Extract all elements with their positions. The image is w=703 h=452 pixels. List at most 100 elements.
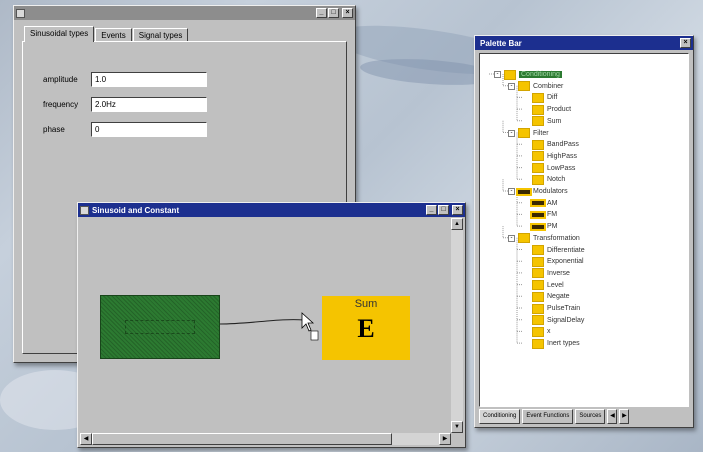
modulator-icon <box>532 201 544 206</box>
tree-item[interactable]: AM <box>522 198 558 209</box>
frequency-label: frequency <box>43 100 79 109</box>
close-icon[interactable]: × <box>680 38 691 48</box>
tree-item-label: PulseTrain <box>547 305 581 312</box>
folder-block-icon <box>532 315 544 326</box>
tree-collapse-icon[interactable]: - <box>508 234 515 242</box>
tab-event-functions[interactable]: Event Functions <box>522 409 574 424</box>
tree-collapse-icon[interactable]: - <box>494 71 501 78</box>
palette-bottom-tabs: Conditioning Event Functions Sources ◀ ▶ <box>479 409 689 424</box>
tree-item-label: BandPass <box>547 141 579 149</box>
tree-item-label: FM <box>547 211 558 219</box>
vertical-scrollbar[interactable]: ▲ ▼ <box>451 218 463 433</box>
modulator-icon <box>518 189 530 194</box>
tree-item[interactable]: - Combiner <box>508 81 563 92</box>
folder-block-icon <box>532 291 544 302</box>
amplitude-input[interactable] <box>91 72 207 87</box>
tree-item[interactable]: BandPass <box>522 139 579 150</box>
frequency-input[interactable] <box>91 97 207 112</box>
window-app-icon <box>16 8 25 18</box>
close-icon[interactable]: × <box>452 205 463 215</box>
tab-scroll-right-icon[interactable]: ▶ <box>619 409 630 424</box>
tree-item-label: Diff <box>547 94 558 102</box>
tree-item-label: Transformation <box>533 234 580 242</box>
tree-collapse-icon[interactable]: - <box>508 129 515 137</box>
tree-item[interactable]: SignalDelay <box>522 315 584 326</box>
modulator-icon <box>532 224 544 229</box>
folder-block-icon <box>532 280 544 291</box>
connection-wire[interactable] <box>219 319 305 325</box>
folder-block-icon <box>504 69 516 80</box>
tree-item[interactable]: Notch <box>522 174 565 185</box>
diagram-canvas[interactable]: Sum E <box>80 218 451 433</box>
tree-item[interactable]: Differentiate <box>522 245 585 256</box>
scroll-right-icon[interactable]: ▶ <box>439 433 451 445</box>
folder-block-icon <box>532 139 544 150</box>
tree-item[interactable]: Inverse <box>522 268 570 279</box>
tree-item-label: Filter <box>533 129 549 137</box>
scroll-down-icon[interactable]: ▼ <box>451 421 463 433</box>
tree-item-label: SignalDelay <box>547 316 585 324</box>
tab-sources[interactable]: Sources <box>575 409 606 424</box>
tree-item[interactable]: - Filter <box>508 128 549 139</box>
minimize-icon[interactable]: _ <box>426 205 437 215</box>
tree-item[interactable]: Inert types <box>522 338 580 349</box>
tree-item[interactable]: PulseTrain <box>522 303 580 314</box>
tab-signal-types[interactable]: Signal types <box>132 28 189 42</box>
folder-block-icon <box>532 338 544 349</box>
phase-label: phase <box>43 125 65 134</box>
tree-item-label: LowPass <box>547 164 576 172</box>
tree-item-label: Negate <box>547 293 570 301</box>
tree-item[interactable]: HighPass <box>522 151 577 162</box>
tree-item[interactable]: Product <box>522 104 571 115</box>
horizontal-scroll-thumb[interactable] <box>92 433 392 445</box>
tree-collapse-icon[interactable]: - <box>508 82 515 90</box>
phase-row: phase <box>43 122 207 137</box>
tree-item[interactable]: Sum <box>522 116 561 127</box>
palette-tree: - Conditioning - Combiner Diff Product Sum - Fil… <box>479 53 689 407</box>
folder-block-icon <box>532 104 544 115</box>
tab-events[interactable]: Events <box>95 28 132 42</box>
tree-item[interactable]: Negate <box>522 291 570 302</box>
tree-item[interactable]: Exponential <box>522 256 584 267</box>
maximize-icon[interactable]: □ <box>328 8 339 18</box>
sum-block[interactable]: Sum E <box>322 296 410 360</box>
phase-input[interactable] <box>91 122 207 137</box>
diagram-window-title: Sinusoid and Constant <box>92 205 180 215</box>
amplitude-row: amplitude <box>43 72 207 87</box>
tab-sinusoidal-types[interactable]: Sinusoidal types <box>24 26 95 42</box>
tree-item[interactable]: - Conditioning <box>494 69 562 80</box>
tree-item-label: HighPass <box>547 152 577 160</box>
tree-item[interactable]: x <box>522 326 551 337</box>
folder-block-icon <box>532 163 544 174</box>
tree-item-label: AM <box>547 199 558 207</box>
tree-collapse-icon[interactable]: - <box>508 188 515 195</box>
folder-block-icon <box>532 303 544 314</box>
tree-item[interactable]: PM <box>522 221 558 232</box>
tree-item-label: Sum <box>547 117 562 125</box>
tab-conditioning[interactable]: Conditioning <box>479 409 521 424</box>
scroll-left-icon[interactable]: ◀ <box>80 433 92 445</box>
tree-item[interactable]: - Modulators <box>508 186 568 197</box>
frequency-row: frequency <box>43 97 207 112</box>
tab-scroll-left-icon[interactable]: ◀ <box>607 409 618 424</box>
palette-window: Palette Bar × - Conditioning - Combiner Diff… <box>474 35 694 428</box>
maximize-icon[interactable]: □ <box>438 205 449 215</box>
palette-titlebar[interactable]: Palette Bar × <box>475 36 693 50</box>
close-icon[interactable]: × <box>342 8 353 18</box>
folder-block-icon <box>532 268 544 279</box>
minimize-icon[interactable]: _ <box>316 8 327 18</box>
editor-titlebar[interactable]: _ □ × <box>14 6 355 20</box>
tree-item[interactable]: Diff <box>522 92 557 103</box>
folder-block-icon <box>532 92 544 103</box>
mouse-cursor-icon <box>301 312 315 332</box>
tree-item[interactable]: - Transformation <box>508 233 580 244</box>
tree-item[interactable]: Level <box>522 280 564 291</box>
scroll-up-icon[interactable]: ▲ <box>451 218 463 230</box>
folder-block-icon <box>532 245 544 255</box>
diagram-titlebar[interactable]: Sinusoid and Constant _ □ × <box>78 203 465 217</box>
horizontal-scrollbar[interactable]: ◀ ▶ <box>80 433 451 445</box>
tree-item-label: Notch <box>547 176 566 184</box>
tree-item[interactable]: FM <box>522 209 557 220</box>
tree-item[interactable]: LowPass <box>522 163 575 174</box>
tree-item-label: Inert types <box>547 340 580 348</box>
